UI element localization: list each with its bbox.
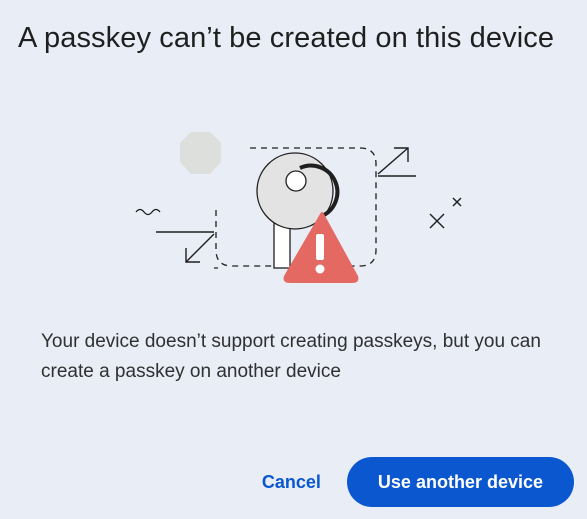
squiggle-mark <box>135 208 161 216</box>
arrow-down-left-icon <box>156 231 215 263</box>
cancel-button[interactable]: Cancel <box>238 457 345 507</box>
dialog-message: Your device doesn’t support creating pas… <box>41 331 541 382</box>
arrow-up-right-icon <box>377 147 416 177</box>
dialog-actions: Cancel Use another device <box>238 457 574 507</box>
passkey-dialog: A passkey can’t be created on this devic… <box>0 0 587 519</box>
x-marks-icon <box>429 197 462 229</box>
key-hole <box>285 170 307 192</box>
passkey-illustration <box>135 132 462 283</box>
use-another-device-button[interactable]: Use another device <box>346 457 574 507</box>
octagon-shape <box>180 132 221 174</box>
dialog-title: A passkey can’t be created on this devic… <box>18 22 555 54</box>
